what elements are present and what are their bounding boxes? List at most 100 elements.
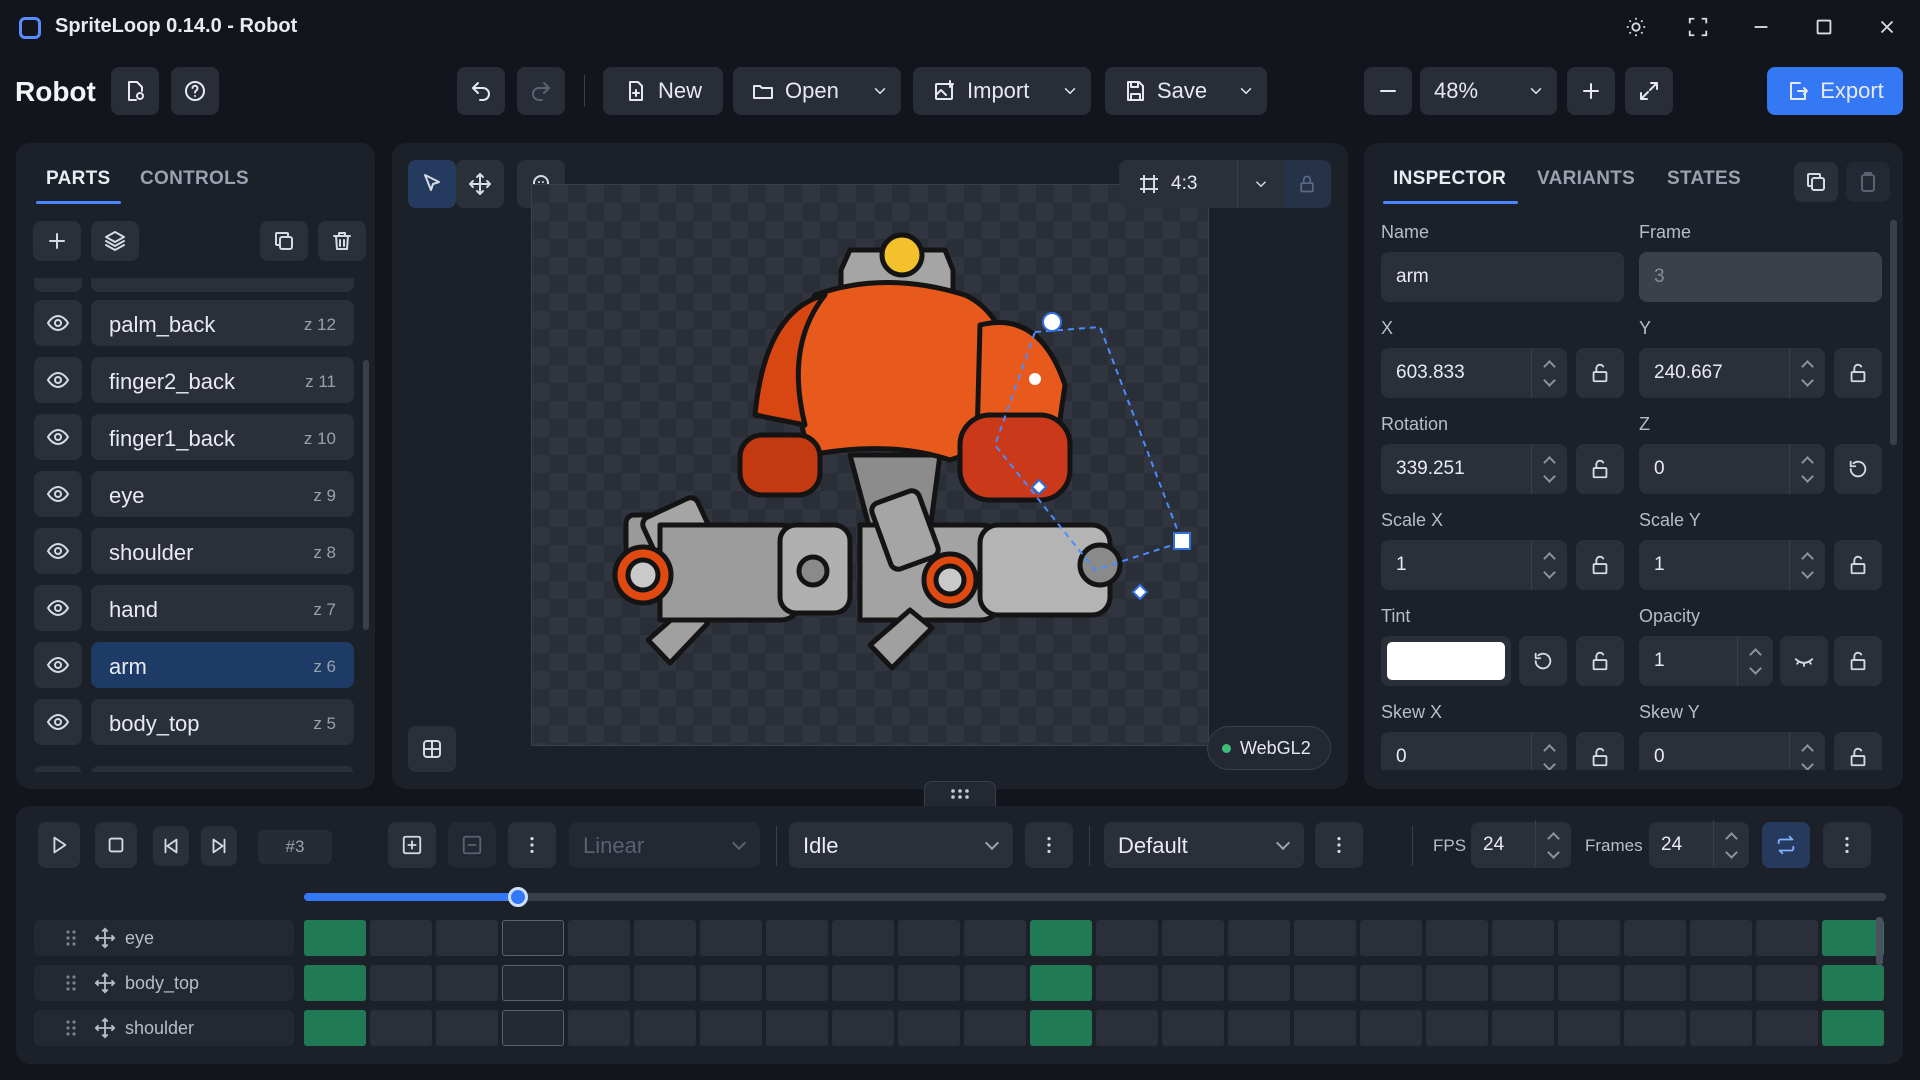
- frame-cell[interactable]: [634, 1010, 696, 1046]
- part-item[interactable]: arm z 6: [91, 642, 354, 688]
- visibility-toggle[interactable]: [34, 414, 82, 460]
- frame-cell[interactable]: [1360, 920, 1422, 956]
- chevron-down-icon[interactable]: [1237, 82, 1255, 100]
- import-button[interactable]: Import: [913, 67, 1091, 115]
- tab-inspector[interactable]: INSPECTOR: [1393, 168, 1506, 190]
- close-icon[interactable]: [1868, 10, 1906, 44]
- frame-cell[interactable]: [898, 965, 960, 1001]
- prev-frame-button[interactable]: [153, 826, 189, 866]
- frame-cell[interactable]: [898, 1010, 960, 1046]
- frame-cell[interactable]: [502, 1010, 564, 1046]
- frame-cell[interactable]: [1756, 920, 1818, 956]
- keyframe-cell[interactable]: [1822, 965, 1884, 1001]
- fit-view-button[interactable]: [1625, 67, 1673, 115]
- part-row[interactable]: eye z 9: [34, 471, 354, 517]
- part-item[interactable]: body_top z 5: [91, 699, 354, 745]
- part-item[interactable]: finger1_back z 10: [91, 414, 354, 460]
- parts-scrollbar[interactable]: [363, 360, 369, 630]
- frame-cell[interactable]: [1228, 920, 1290, 956]
- part-item[interactable]: shoulder z 8: [91, 528, 354, 574]
- part-row[interactable]: palm_back z 12: [34, 300, 354, 346]
- scrubber-thumb[interactable]: [507, 887, 528, 907]
- fps-stepper[interactable]: [1535, 820, 1571, 866]
- tint-lock-button[interactable]: [1576, 636, 1624, 686]
- frame-cell[interactable]: [1426, 920, 1488, 956]
- frame-cell[interactable]: [898, 920, 960, 956]
- frame-cell[interactable]: [568, 920, 630, 956]
- frame-cell[interactable]: [964, 920, 1026, 956]
- frame-cell[interactable]: [1558, 1010, 1620, 1046]
- skew-x-lock-button[interactable]: [1576, 732, 1624, 770]
- drag-handle-icon[interactable]: [66, 975, 76, 991]
- skew-y-lock-button[interactable]: [1834, 732, 1882, 770]
- aspect-ratio-dropdown[interactable]: [1237, 160, 1283, 208]
- keyframe-cell[interactable]: [304, 920, 366, 956]
- stop-button[interactable]: [95, 822, 137, 868]
- duplicate-part-button[interactable]: [260, 221, 308, 261]
- paste-properties-button[interactable]: [1846, 162, 1890, 202]
- layers-button[interactable]: [91, 221, 139, 261]
- frame-cell[interactable]: [964, 965, 1026, 1001]
- add-keyframe-button[interactable]: [388, 822, 436, 868]
- animation-select[interactable]: Idle: [789, 822, 1013, 868]
- part-row[interactable]: hand z 7: [34, 585, 354, 631]
- keyframe-cell[interactable]: [1822, 1010, 1884, 1046]
- delete-part-button[interactable]: [318, 221, 366, 261]
- frame-cell[interactable]: [964, 1010, 1026, 1046]
- frame-cell[interactable]: [1426, 1010, 1488, 1046]
- x-lock-button[interactable]: [1576, 348, 1624, 398]
- tab-variants[interactable]: VARIANTS: [1537, 168, 1635, 190]
- frame-cell[interactable]: [1360, 1010, 1422, 1046]
- scale-handle[interactable]: [1173, 532, 1191, 550]
- visibility-toggle[interactable]: [34, 585, 82, 631]
- part-item[interactable]: hand z 7: [91, 585, 354, 631]
- frame-cell[interactable]: [436, 965, 498, 1001]
- redo-button[interactable]: [517, 67, 565, 115]
- frame-cell[interactable]: [1756, 1010, 1818, 1046]
- opacity-lock-button[interactable]: [1834, 636, 1882, 686]
- skew-y-stepper[interactable]: [1789, 732, 1825, 770]
- track-row[interactable]: eye: [34, 920, 294, 956]
- visibility-toggle[interactable]: [34, 471, 82, 517]
- part-item[interactable]: eye z 9: [91, 471, 354, 517]
- visibility-toggle[interactable]: [34, 642, 82, 688]
- frame-cell[interactable]: [436, 1010, 498, 1046]
- part-item[interactable]: finger2_back z 11: [91, 357, 354, 403]
- part-row[interactable]: shoulder z 8: [34, 528, 354, 574]
- part-row[interactable]: finger2_back z 11: [34, 357, 354, 403]
- scale-y-lock-button[interactable]: [1834, 540, 1882, 590]
- frame-cell[interactable]: [766, 965, 828, 1001]
- visibility-toggle[interactable]: [34, 300, 82, 346]
- new-button[interactable]: New: [603, 67, 723, 115]
- frame-cell[interactable]: [1624, 920, 1686, 956]
- opacity-visibility-button[interactable]: [1780, 636, 1828, 686]
- move-tool-button[interactable]: [456, 160, 504, 208]
- maximize-icon[interactable]: [1805, 10, 1843, 44]
- aspect-lock-button[interactable]: [1283, 160, 1331, 208]
- rotation-lock-button[interactable]: [1576, 444, 1624, 494]
- frame-cell[interactable]: [832, 1010, 894, 1046]
- variant-select[interactable]: Default: [1104, 822, 1304, 868]
- minimize-icon[interactable]: [1742, 10, 1780, 44]
- frame-cell[interactable]: [634, 965, 696, 1001]
- timeline-menu-button[interactable]: [1823, 822, 1871, 868]
- undo-button[interactable]: [457, 67, 505, 115]
- frame-cell[interactable]: [502, 965, 564, 1001]
- frame-cell[interactable]: [370, 920, 432, 956]
- y-stepper[interactable]: [1789, 348, 1825, 398]
- frame-cell[interactable]: [766, 920, 828, 956]
- tab-controls[interactable]: CONTROLS: [140, 168, 249, 190]
- add-part-button[interactable]: [33, 221, 81, 261]
- frame-cell[interactable]: [1492, 965, 1554, 1001]
- loop-toggle-button[interactable]: [1762, 822, 1810, 868]
- frame-cell[interactable]: [502, 920, 564, 956]
- timeline-scrubber-track[interactable]: [304, 887, 1886, 907]
- frame-cell[interactable]: [1690, 1010, 1752, 1046]
- drag-handle-icon[interactable]: [66, 1020, 76, 1036]
- variant-menu-button[interactable]: [1315, 822, 1363, 868]
- track-row[interactable]: body_top: [34, 965, 294, 1001]
- open-button[interactable]: Open: [733, 67, 901, 115]
- frame-cell[interactable]: [1756, 965, 1818, 1001]
- fps-input[interactable]: 24: [1471, 820, 1571, 868]
- frame-cell[interactable]: [1228, 965, 1290, 1001]
